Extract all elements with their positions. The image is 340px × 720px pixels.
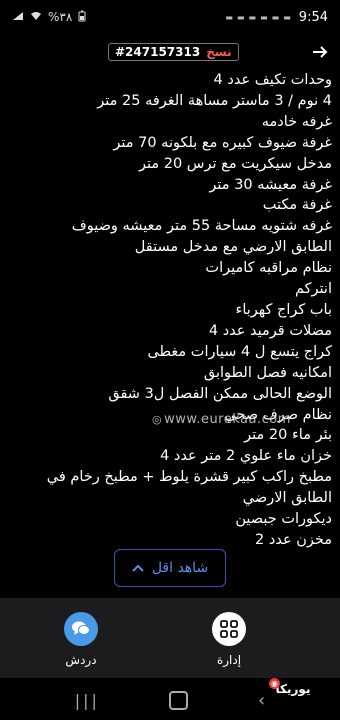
description-line: الوضع الحالى ممكن الفصل ل3 شقق bbox=[108, 385, 332, 402]
listing-description: وحدات تكيف عدد 4 4 نوم / 3 ماستر مساهة ا… bbox=[6, 70, 332, 551]
status-right: ▬ ▬ ▬ ▬ ▬ ▬ 9:54 bbox=[225, 10, 328, 25]
description-line: كراج يتسع ل 4 سيارات مغطى bbox=[147, 343, 332, 360]
watermark: ◎ www.eurekaa.com bbox=[152, 412, 291, 427]
copy-label: نسخ bbox=[206, 45, 232, 59]
listing-id: #247157313 bbox=[115, 45, 201, 59]
description-line: بئر ماء 20 متر bbox=[244, 427, 332, 444]
description-line: مدخل سيكريت مع ترس 20 متر bbox=[138, 155, 332, 172]
description-line: نظام مراقبه كاميرات bbox=[205, 260, 332, 277]
description-line: غرفه خادمه bbox=[261, 113, 332, 130]
show-less-label: شاهد اقل bbox=[151, 560, 209, 576]
notification-icon: ▬ bbox=[283, 12, 291, 22]
wifi-icon bbox=[30, 10, 42, 24]
description-line: مخزن عدد 2 bbox=[255, 531, 332, 548]
system-nav-bar: ||| ‹ bbox=[0, 680, 340, 720]
battery-percent: %٣٨ bbox=[48, 10, 73, 24]
status-bar: %٣٨ ▬ ▬ ▬ ▬ ▬ ▬ 9:54 bbox=[0, 0, 340, 34]
description-line: مطبخ راكب كبير قشرة يلوط + مطبخ رخام في bbox=[46, 469, 332, 486]
clock: 9:54 bbox=[298, 9, 328, 25]
admin-tab-label: إدارة bbox=[216, 653, 242, 667]
signal-icon bbox=[12, 10, 24, 24]
globe-icon: ◎ bbox=[152, 413, 163, 426]
copy-id-button[interactable]: #247157313 نسخ bbox=[108, 43, 239, 61]
notification-icon: ▬ bbox=[248, 12, 257, 22]
battery-icon bbox=[78, 10, 86, 25]
chevron-up-icon bbox=[132, 560, 144, 576]
description-line: وحدات تكيف عدد 4 bbox=[213, 72, 332, 88]
show-less-button[interactable]: شاهد اقل bbox=[114, 549, 226, 587]
description-line: امكانيه فصل الطوابق bbox=[203, 364, 332, 381]
back-arrow-icon[interactable] bbox=[312, 40, 328, 64]
notification-icon: ▬ bbox=[225, 12, 233, 22]
admin-tab[interactable]: إدارة bbox=[212, 612, 246, 667]
description-line: غرفة ضيوف كبيره مع بلكونه 70 متر bbox=[113, 134, 332, 151]
notification-icon: ▬ bbox=[260, 12, 268, 22]
bottom-action-bar: دردش إدارة bbox=[0, 598, 340, 678]
description-line: 4 نوم / 3 ماستر مساهة الغرفه 25 متر bbox=[97, 92, 332, 109]
grid-icon bbox=[212, 612, 246, 646]
description-line: مضلات قرميد عدد 4 bbox=[208, 322, 332, 339]
description-line: الطابق الارضي مع مدخل مستقل bbox=[134, 239, 332, 256]
description-line: خزان ماء علوي 2 متر عدد 4 bbox=[160, 448, 332, 465]
home-icon[interactable] bbox=[169, 690, 189, 710]
description-line: ديكورات جبصين bbox=[235, 511, 332, 528]
recents-icon[interactable]: ||| bbox=[75, 691, 100, 710]
description-line: غرفة معيشه 30 متر bbox=[209, 176, 332, 193]
back-icon[interactable]: ‹ bbox=[258, 690, 265, 711]
chat-tab[interactable]: دردش bbox=[64, 612, 98, 667]
chat-tab-label: دردش bbox=[65, 653, 97, 667]
listing-header: #247157313 نسخ bbox=[0, 38, 340, 66]
chat-icon bbox=[64, 612, 98, 646]
notification-icon: ▬ bbox=[271, 12, 280, 22]
description-line: باب كراج كهرباء bbox=[235, 301, 332, 318]
description-line: غرفة مكتب bbox=[262, 197, 332, 214]
description-line: غرفه شتويه مساحة 55 متر معيشه وضيوف bbox=[71, 218, 332, 235]
description-line: انتركم bbox=[295, 281, 332, 298]
notification-icon: ▬ bbox=[236, 12, 245, 22]
description-line: الطابق الارضي bbox=[242, 490, 332, 507]
status-left: %٣٨ bbox=[12, 10, 86, 25]
